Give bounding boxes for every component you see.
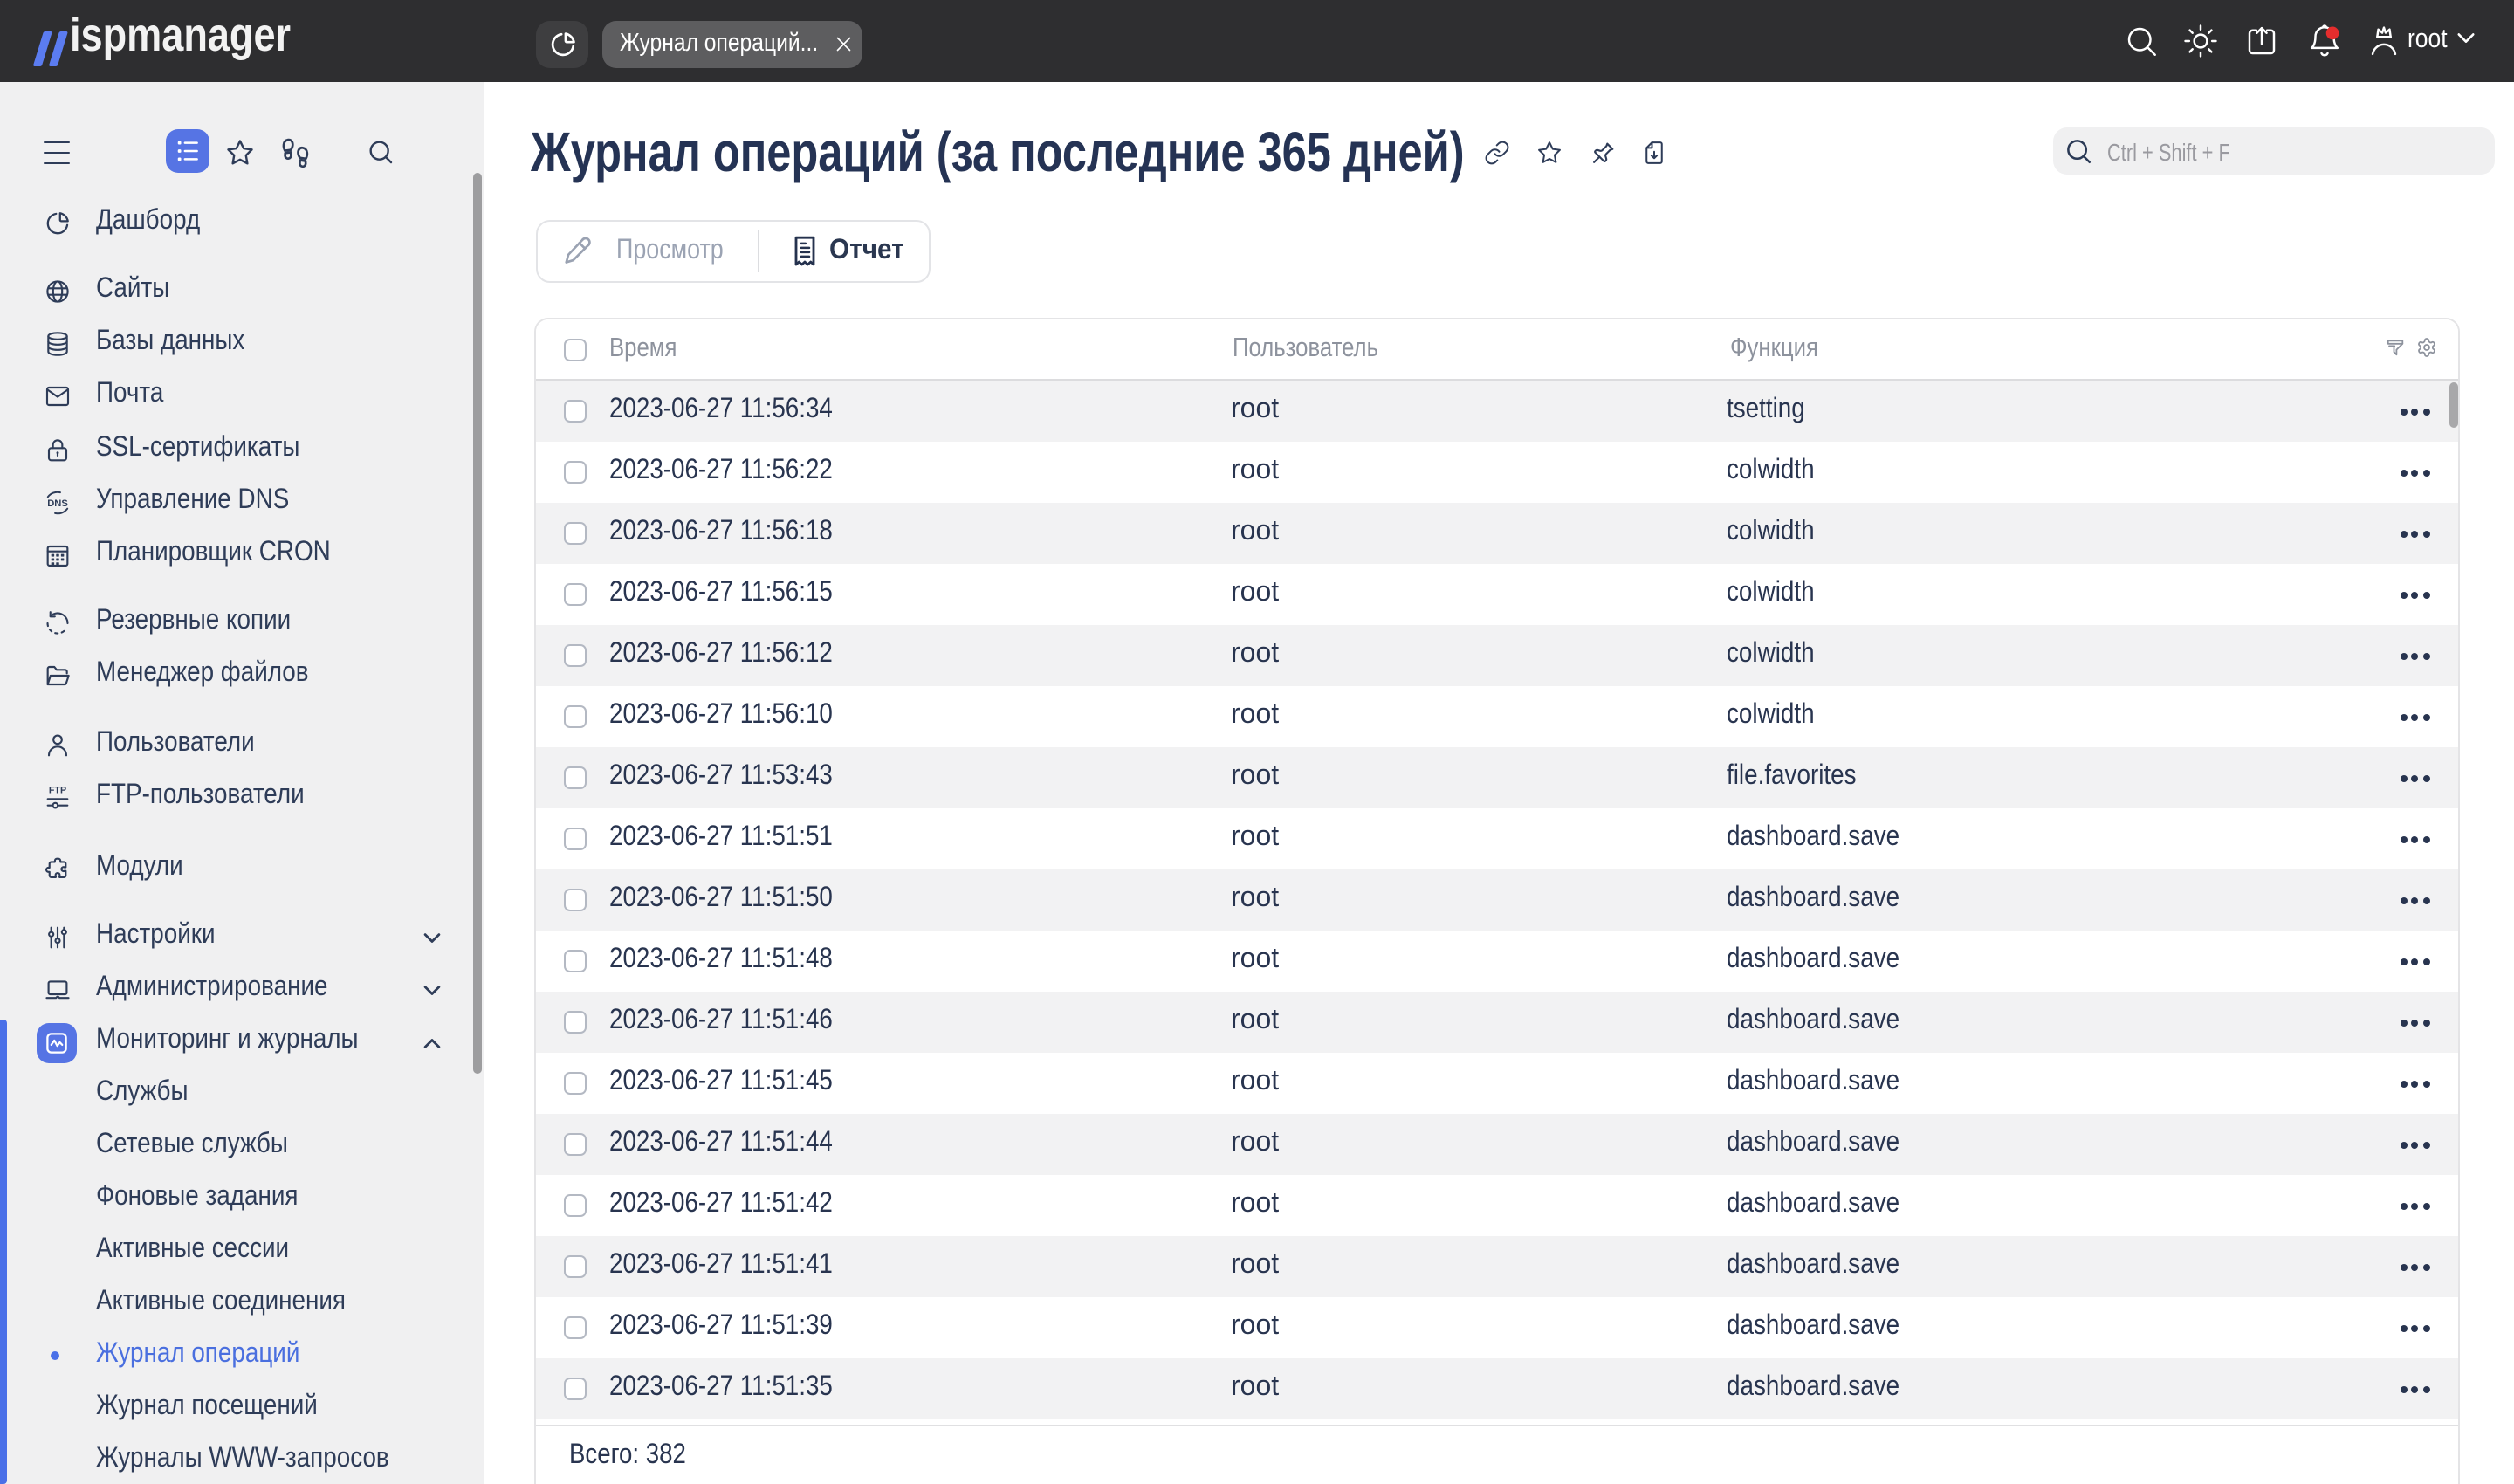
svg-text:DNS: DNS [47, 498, 68, 509]
svg-text:FTP: FTP [49, 785, 66, 795]
